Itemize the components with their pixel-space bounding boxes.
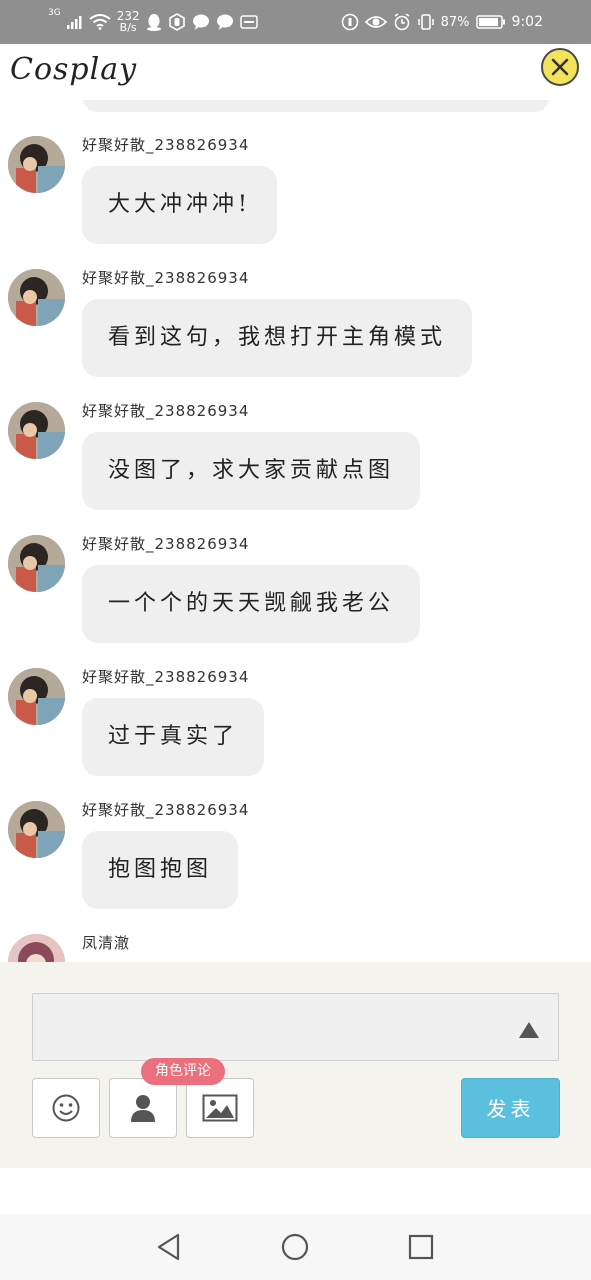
- comment-composer: 角色评论 发表: [0, 962, 591, 1168]
- eye-comfort-icon: [364, 16, 387, 28]
- chat-bubble-icon: [192, 14, 209, 30]
- qq-penguin-icon: [146, 14, 161, 31]
- image-icon: [202, 1094, 238, 1122]
- image-button[interactable]: [186, 1078, 254, 1138]
- emoji-icon: [52, 1094, 80, 1122]
- avatar[interactable]: [8, 269, 65, 326]
- home-button[interactable]: [278, 1230, 312, 1264]
- message-bubble: 抱图抱图: [82, 831, 239, 909]
- chat-list[interactable]: 好聚好散_238826934 大大冲冲冲! 好聚好散_238826934 看到这…: [0, 100, 591, 962]
- battery-icon: [475, 15, 505, 29]
- status-right: 87% 9:02: [341, 8, 543, 36]
- comment-input[interactable]: [32, 993, 559, 1061]
- message-bubble: 一个个的天天觊觎我老公: [82, 565, 421, 643]
- app-notification-icon: [239, 15, 258, 29]
- message-username: 好聚好散_238826934: [82, 535, 250, 553]
- hand-icon: [168, 13, 185, 31]
- avatar[interactable]: [8, 402, 65, 459]
- emoji-button[interactable]: [32, 1078, 100, 1138]
- signal-icon: [66, 16, 82, 29]
- message-bubble: 没图了，求大家贡献点图: [82, 432, 421, 510]
- status-bar: 3G 232 B/s 87% 9:02: [0, 0, 591, 44]
- message-username: 好聚好散_238826934: [82, 801, 250, 819]
- avatar[interactable]: [8, 668, 65, 725]
- system-nav-bar: [0, 1214, 591, 1280]
- clock: 9:02: [511, 14, 543, 30]
- status-left: 3G 232 B/s: [48, 8, 258, 36]
- vibrate-icon: [417, 14, 434, 30]
- back-triangle-icon: [157, 1233, 180, 1261]
- close-button[interactable]: [541, 48, 579, 86]
- back-button[interactable]: [152, 1230, 186, 1264]
- title-bar: Cosplay: [0, 44, 591, 100]
- expand-triangle-icon[interactable]: [518, 1020, 540, 1040]
- message-bubble-partial: [82, 100, 550, 112]
- data-saver-icon: [341, 13, 358, 31]
- avatar[interactable]: [8, 801, 65, 858]
- network-type: 3G: [48, 8, 61, 18]
- send-button[interactable]: 发表: [461, 1078, 560, 1138]
- message-username: 好聚好散_238826934: [82, 402, 250, 420]
- recent-square-icon: [408, 1234, 434, 1260]
- message-username: 好聚好散_238826934: [82, 136, 250, 154]
- message-bubble: 过于真实了: [82, 698, 265, 776]
- network-speed: 232 B/s: [117, 10, 140, 34]
- message-bubble: 大大冲冲冲!: [82, 166, 277, 244]
- role-comment-button[interactable]: [109, 1078, 177, 1138]
- message-username: 好聚好散_238826934: [82, 668, 250, 686]
- message-bubble: 看到这句，我想打开主角模式: [82, 299, 473, 377]
- recent-apps-button[interactable]: [404, 1230, 438, 1264]
- wifi-icon: [89, 14, 111, 30]
- message-username: 好聚好散_238826934: [82, 269, 250, 287]
- speed-unit: B/s: [119, 21, 137, 34]
- home-circle-icon: [281, 1233, 309, 1261]
- battery-percent: 87%: [440, 14, 470, 30]
- person-icon: [131, 1095, 155, 1122]
- avatar[interactable]: [8, 136, 65, 193]
- alarm-icon: [394, 13, 410, 31]
- page-title: Cosplay: [10, 52, 138, 87]
- message-icon: [216, 14, 233, 30]
- avatar[interactable]: [8, 535, 65, 592]
- message-username: 凤清澈: [82, 934, 131, 952]
- avatar[interactable]: [8, 934, 65, 962]
- close-icon: [551, 58, 569, 76]
- role-comment-badge: 角色评论: [141, 1058, 225, 1085]
